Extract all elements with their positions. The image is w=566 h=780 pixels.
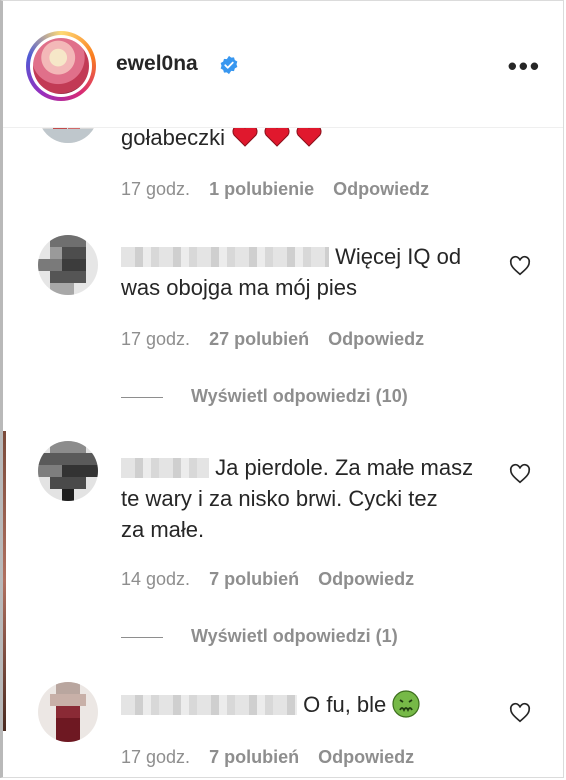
reply-button[interactable]: Odpowiedz [333, 179, 429, 199]
comment-body-line2: was obojga ma mój pies [121, 275, 358, 300]
comment-body: Więcej IQ od [335, 244, 462, 269]
comment-meta: 17 godz. 1 polubienie Odpowiedz [121, 179, 443, 200]
comment-body: O fu, ble [303, 692, 387, 717]
replies-divider [121, 636, 163, 638]
comment-likes[interactable]: 1 polubienie [209, 179, 314, 199]
like-heart-icon[interactable] [509, 255, 531, 277]
commenter-avatar[interactable] [38, 441, 98, 501]
like-heart-icon[interactable] [509, 463, 531, 485]
commenter-username-blurred[interactable] [121, 247, 329, 267]
comment-meta: 17 godz. 27 polubień Odpowiedz [121, 329, 438, 350]
comment-likes[interactable]: 7 polubień [209, 569, 299, 589]
like-heart-icon[interactable] [509, 702, 531, 724]
commenter-avatar[interactable] [38, 682, 98, 742]
avatar-image [38, 682, 98, 742]
comment-body: gołabeczki [121, 125, 225, 150]
view-replies-button[interactable]: Wyświetl odpowiedzi (10) [121, 386, 408, 407]
commenter-username-blurred[interactable] [121, 695, 297, 715]
comment-meta: 14 godz. 7 polubień Odpowiedz [121, 569, 428, 590]
comment-body-line3: za małe. [121, 517, 205, 542]
avatar-border [30, 35, 92, 97]
comment-text: Ja pierdole. Za małe masz te wary i za n… [121, 452, 473, 545]
reply-button[interactable]: Odpowiedz [318, 569, 414, 589]
replies-divider [121, 396, 163, 398]
comment-time[interactable]: 17 godz. [121, 329, 190, 349]
comments-panel: gołabeczki 17 godz. 1 polubienie Odpowie… [0, 0, 564, 778]
comment-time[interactable]: 14 godz. [121, 569, 190, 589]
reply-button[interactable]: Odpowiedz [318, 747, 414, 767]
comment-meta: 17 godz. 7 polubień Odpowiedz [121, 747, 428, 768]
view-replies-label: Wyświetl odpowiedzi (10) [191, 386, 408, 406]
reply-button[interactable]: Odpowiedz [328, 329, 424, 349]
comment-text: Więcej IQ od was obojga ma mój pies [121, 241, 461, 303]
view-replies-label: Wyświetl odpowiedzi (1) [191, 626, 398, 646]
profile-username[interactable]: ewel0na [116, 52, 198, 76]
comment-body-line2: te wary i za nisko brwi. Cycki tez [121, 486, 438, 511]
comment-time[interactable]: 17 godz. [121, 747, 190, 767]
comment-text: O fu, ble [121, 689, 421, 720]
commenter-avatar[interactable] [38, 235, 98, 295]
more-options-button[interactable]: ••• [508, 51, 541, 82]
comment-body: Ja pierdole. Za małe masz [215, 455, 474, 480]
view-replies-button[interactable]: Wyświetl odpowiedzi (1) [121, 626, 398, 647]
profile-avatar[interactable] [26, 31, 96, 101]
comment-likes[interactable]: 27 polubień [209, 329, 309, 349]
avatar-image [38, 441, 98, 501]
avatar-image [33, 38, 89, 94]
verified-badge-icon [220, 55, 238, 75]
avatar-image [38, 235, 98, 295]
nauseated-face-icon [392, 690, 421, 718]
post-header: ewel0na ••• [3, 1, 563, 128]
comment-time[interactable]: 17 godz. [121, 179, 190, 199]
commenter-username-blurred[interactable] [121, 458, 209, 478]
comment-likes[interactable]: 7 polubień [209, 747, 299, 767]
